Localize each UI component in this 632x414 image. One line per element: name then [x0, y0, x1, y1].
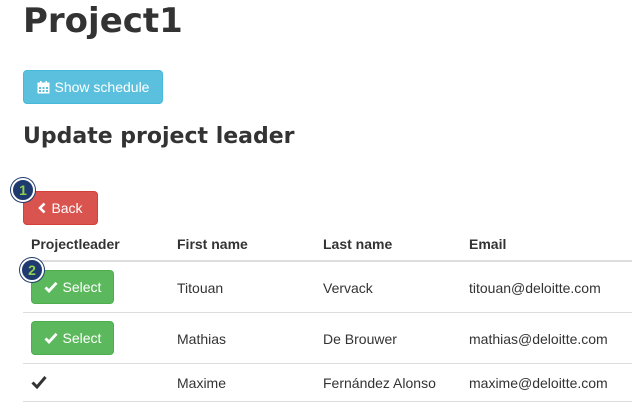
page-title: Project1: [23, 1, 183, 41]
check-icon: [44, 332, 58, 344]
column-header-last-name: Last name: [323, 236, 393, 252]
back-button[interactable]: Back: [23, 191, 98, 225]
check-icon: [44, 281, 58, 293]
column-header-email: Email: [469, 236, 507, 252]
show-schedule-label: Show schedule: [54, 79, 150, 95]
cell-first-name: Mathias: [177, 331, 227, 347]
cell-email: maxime@deloitte.com: [469, 375, 608, 391]
cell-first-name: Maxime: [177, 375, 227, 391]
column-header-projectleader: Projectleader: [31, 236, 120, 252]
select-label: Select: [62, 330, 102, 346]
column-header-first-name: First name: [177, 236, 248, 252]
cell-last-name: Fernández Alonso: [323, 375, 436, 391]
cell-email: mathias@deloitte.com: [469, 331, 608, 347]
cell-first-name: Titouan: [177, 280, 224, 296]
select-label: Select: [62, 279, 102, 295]
cell-email: titouan@deloitte.com: [469, 280, 601, 296]
back-label: Back: [51, 200, 83, 216]
table-row: Maxime Fernández Alonso maxime@deloitte.…: [23, 364, 632, 402]
current-leader-check-icon: [31, 375, 47, 392]
calendar-icon: [37, 80, 50, 94]
project-leader-table: Projectleader First name Last name Email…: [23, 226, 632, 402]
step-marker-2: 2: [20, 258, 44, 282]
table-header: Projectleader First name Last name Email: [23, 226, 632, 262]
step-marker-1: 1: [11, 178, 35, 202]
select-button[interactable]: Select: [31, 321, 114, 355]
table-row: Select Mathias De Brouwer mathias@deloit…: [23, 313, 632, 364]
show-schedule-button[interactable]: Show schedule: [23, 70, 163, 104]
section-title: Update project leader: [23, 124, 295, 149]
table-row: Select Titouan Vervack titouan@deloitte.…: [23, 262, 632, 313]
cell-last-name: Vervack: [323, 280, 373, 296]
select-button[interactable]: Select: [31, 270, 114, 304]
chevron-left-icon: [38, 202, 46, 214]
cell-last-name: De Brouwer: [323, 331, 397, 347]
